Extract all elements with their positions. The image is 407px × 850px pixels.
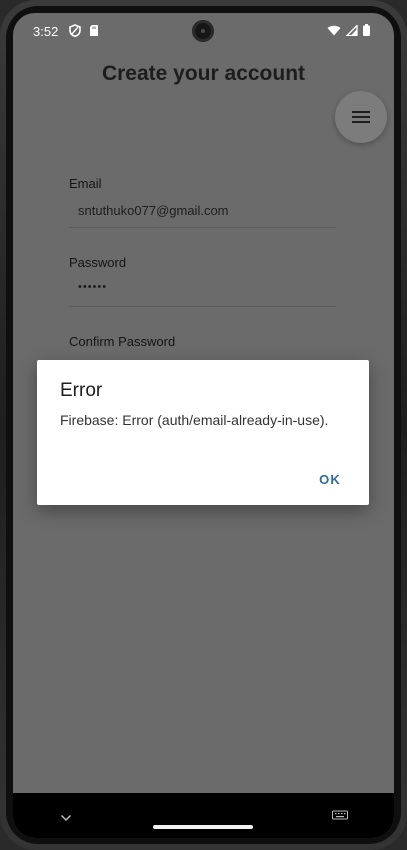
password-underline [69,306,336,307]
shield-icon [69,24,81,40]
error-dialog: Error Firebase: Error (auth/email-alread… [37,360,369,505]
wifi-icon [327,24,341,39]
status-right-icons [327,23,370,39]
password-label: Password [69,255,127,270]
password-field[interactable]: •••••• [78,281,107,293]
dialog-message: Firebase: Error (auth/email-already-in-u… [60,412,329,428]
email-underline [69,227,336,228]
dialog-title: Error [60,380,103,401]
confirm-password-label: Confirm Password [69,334,176,349]
sd-card-icon [89,24,99,40]
navigation-bar [13,793,394,838]
status-time: 3:52 [33,24,59,39]
screen: 3:52 Create your account Email sntuthuko… [13,13,394,838]
chevron-down-icon[interactable] [60,809,72,827]
home-handle[interactable] [153,825,253,829]
email-field[interactable]: sntuthuko077@gmail.com [78,203,229,218]
email-label: Email [69,176,102,191]
status-left-icons [69,24,99,40]
ok-button[interactable]: OK [319,472,341,487]
phone-frame: 3:52 Create your account Email sntuthuko… [0,0,407,850]
signal-icon [345,23,358,39]
menu-button[interactable] [335,91,387,143]
page-title: Create your account [101,62,306,85]
keyboard-icon[interactable] [332,809,348,827]
front-camera [192,20,214,42]
battery-icon [363,24,370,39]
status-bar: 3:52 [13,13,394,49]
